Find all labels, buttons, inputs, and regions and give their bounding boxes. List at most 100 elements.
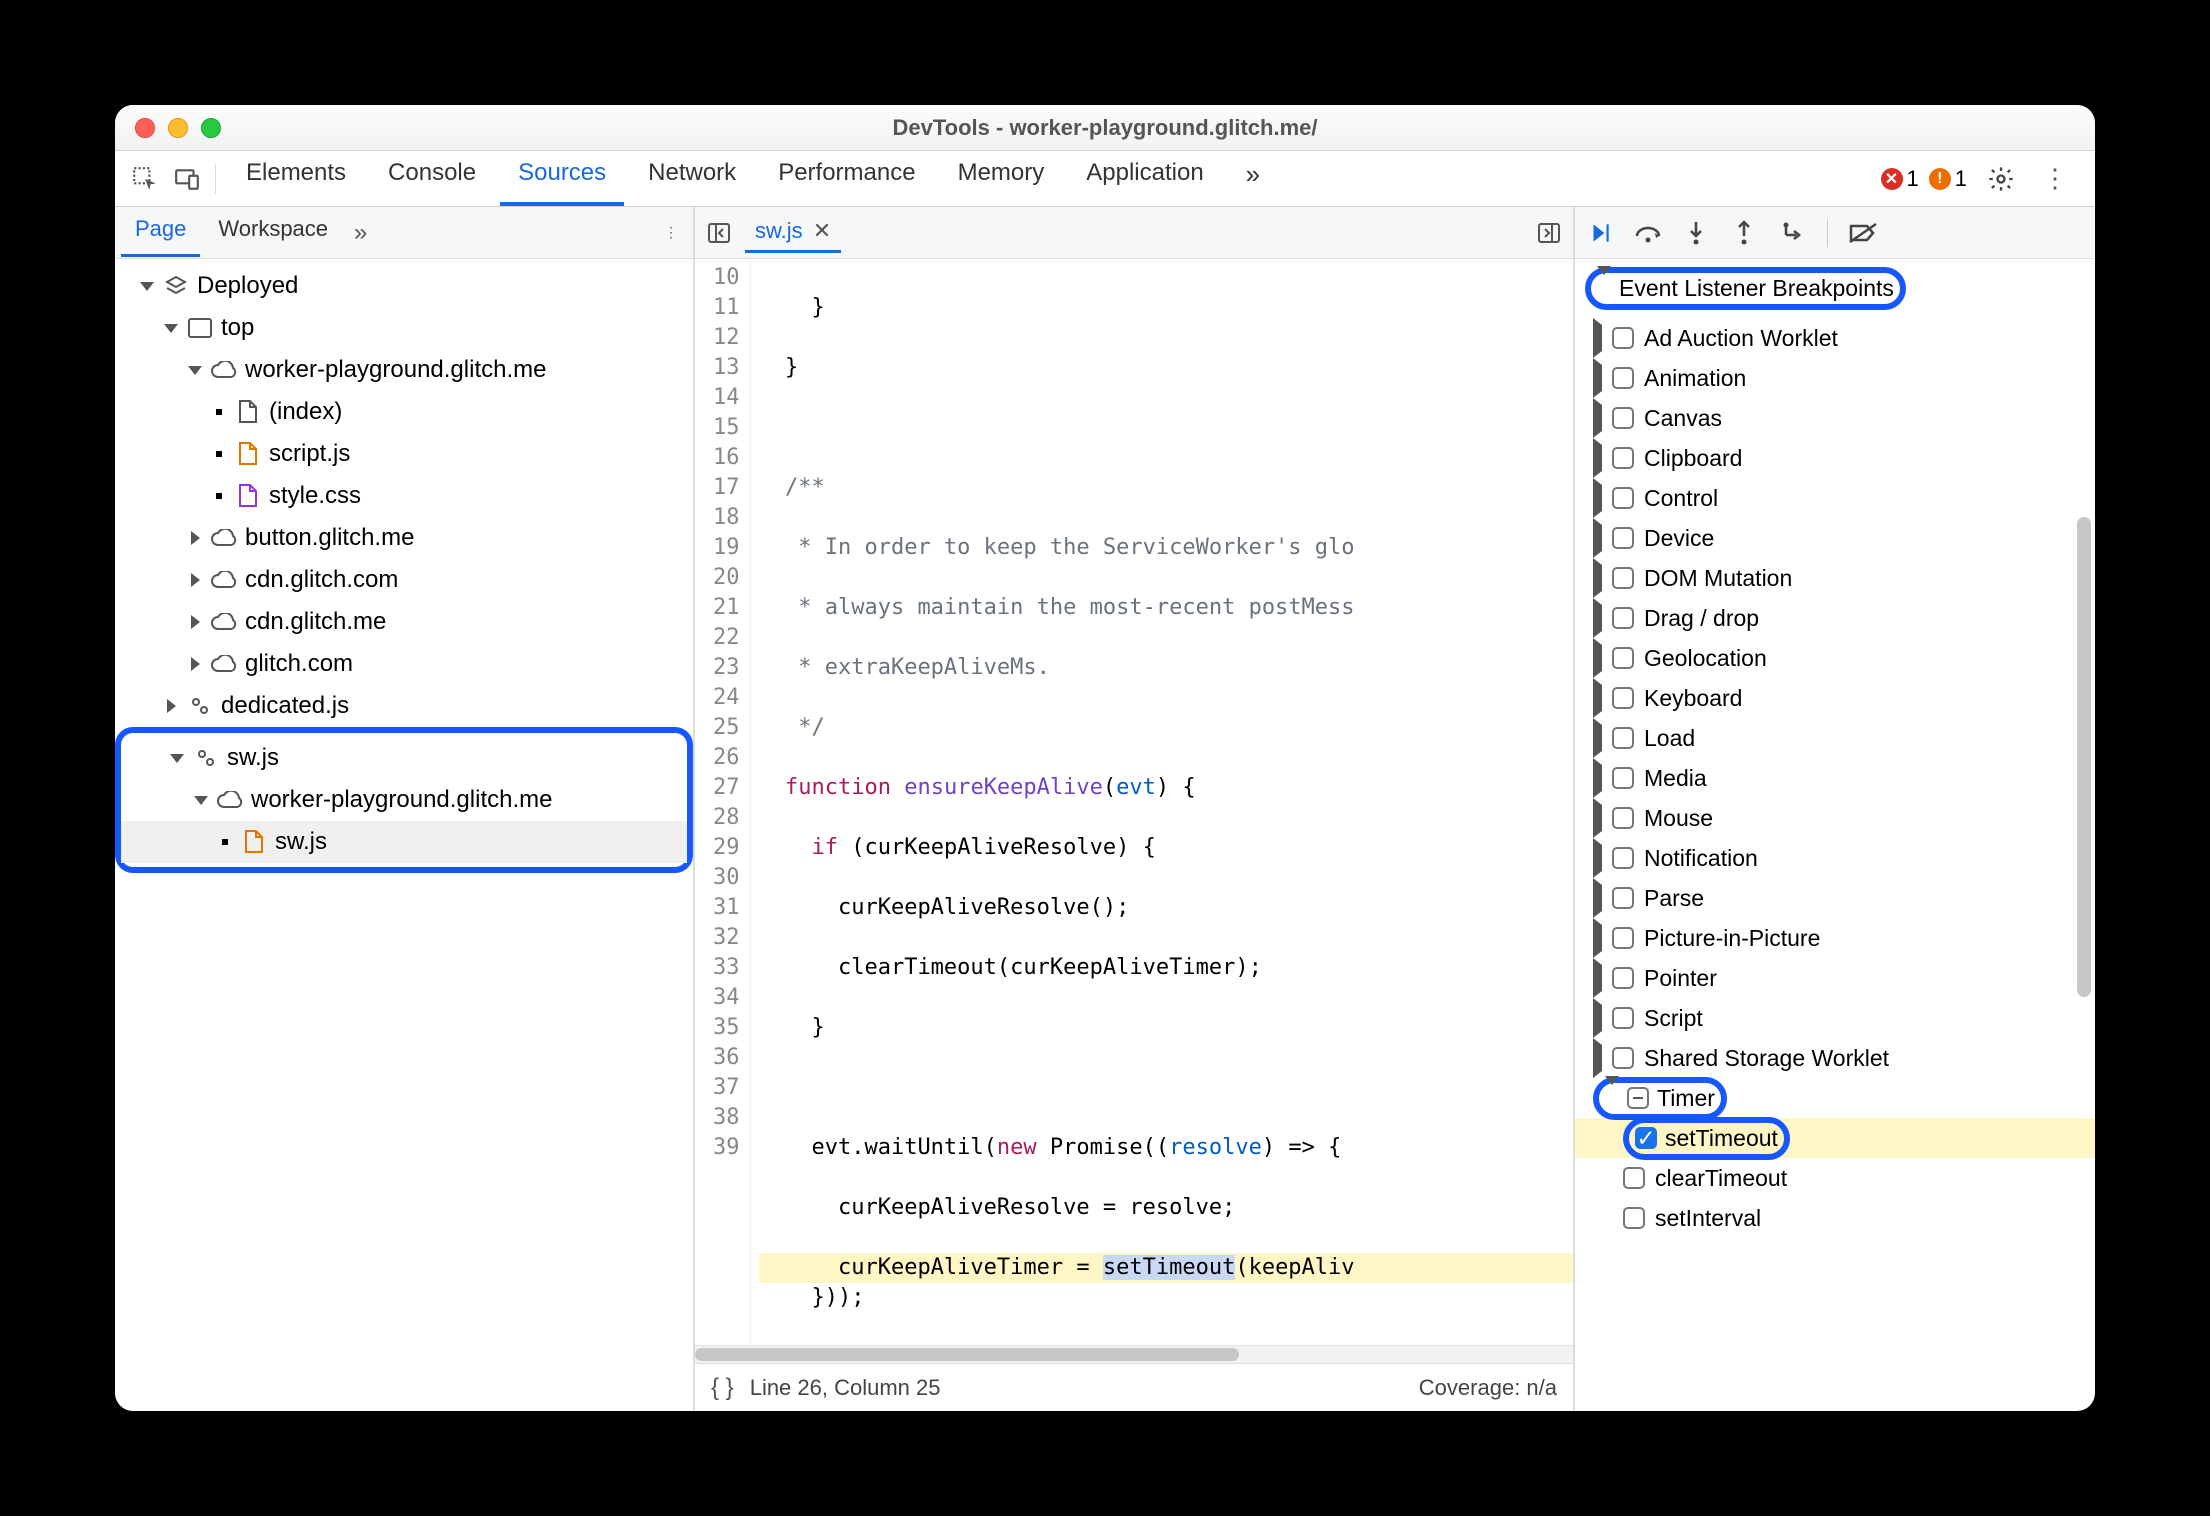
- checkbox[interactable]: [1612, 767, 1634, 789]
- subtab-more[interactable]: »: [346, 219, 375, 247]
- category-timer[interactable]: Timer: [1575, 1078, 2095, 1118]
- subtab-page[interactable]: Page: [121, 208, 200, 257]
- tree-file-stylecss[interactable]: style.css: [115, 475, 693, 517]
- timer-child[interactable]: ✓setTimeout: [1575, 1118, 2095, 1158]
- checkbox-checked[interactable]: ✓: [1635, 1127, 1657, 1149]
- code-lines[interactable]: } } /** * In order to keep the ServiceWo…: [751, 259, 1574, 1345]
- line-gutter[interactable]: 1011121314151617181920212223242526272829…: [695, 259, 751, 1345]
- warning-icon[interactable]: !: [1929, 168, 1951, 190]
- category-item[interactable]: Pointer: [1575, 958, 2095, 998]
- toggle-debugger-icon[interactable]: [1533, 217, 1565, 249]
- category-item[interactable]: Ad Auction Worklet: [1575, 318, 2095, 358]
- tab-network[interactable]: Network: [630, 151, 754, 206]
- checkbox-mixed[interactable]: [1627, 1087, 1649, 1109]
- checkbox[interactable]: [1612, 807, 1634, 829]
- zoom-window-button[interactable]: [201, 118, 221, 138]
- deactivate-breakpoints-icon[interactable]: [1848, 218, 1878, 248]
- checkbox[interactable]: [1612, 927, 1634, 949]
- tree-sw-origin[interactable]: worker-playground.glitch.me: [121, 779, 687, 821]
- pretty-print-icon[interactable]: { }: [711, 1374, 734, 1402]
- category-item[interactable]: Drag / drop: [1575, 598, 2095, 638]
- step-icon[interactable]: [1777, 218, 1807, 248]
- category-item[interactable]: Geolocation: [1575, 638, 2095, 678]
- close-tab-icon[interactable]: ✕: [813, 218, 831, 244]
- tree-origin-cdnme[interactable]: cdn.glitch.me: [115, 601, 693, 643]
- tab-memory[interactable]: Memory: [940, 151, 1063, 206]
- settings-icon[interactable]: [1981, 159, 2021, 199]
- section-event-listener-breakpoints[interactable]: Event Listener Breakpoints: [1575, 259, 2095, 318]
- inspect-element-icon[interactable]: [125, 159, 165, 199]
- tree-origin-glitch[interactable]: glitch.com: [115, 643, 693, 685]
- category-item[interactable]: Keyboard: [1575, 678, 2095, 718]
- category-item[interactable]: Notification: [1575, 838, 2095, 878]
- checkbox[interactable]: [1612, 367, 1634, 389]
- checkbox[interactable]: [1612, 647, 1634, 669]
- category-item[interactable]: Canvas: [1575, 398, 2095, 438]
- minimize-window-button[interactable]: [168, 118, 188, 138]
- tree-origin-button[interactable]: button.glitch.me: [115, 517, 693, 559]
- device-toolbar-icon[interactable]: [167, 159, 207, 199]
- checkbox[interactable]: [1612, 727, 1634, 749]
- kebab-menu-icon[interactable]: ⋮: [2035, 159, 2075, 199]
- navigator-menu-icon[interactable]: ⋮: [655, 217, 687, 249]
- checkbox[interactable]: [1612, 887, 1634, 909]
- error-icon[interactable]: ✕: [1881, 168, 1903, 190]
- category-item[interactable]: Picture-in-Picture: [1575, 918, 2095, 958]
- tab-elements[interactable]: Elements: [228, 151, 364, 206]
- category-item[interactable]: Script: [1575, 998, 2095, 1038]
- tab-application[interactable]: Application: [1068, 151, 1221, 206]
- checkbox[interactable]: [1612, 447, 1634, 469]
- step-out-icon[interactable]: [1729, 218, 1759, 248]
- checkbox[interactable]: [1612, 847, 1634, 869]
- tree-sw-root[interactable]: sw.js: [121, 737, 687, 779]
- category-item[interactable]: Clipboard: [1575, 438, 2095, 478]
- tab-performance[interactable]: Performance: [760, 151, 933, 206]
- checkbox[interactable]: [1612, 967, 1634, 989]
- editor-hscrollbar[interactable]: [695, 1345, 1573, 1363]
- category-item[interactable]: Mouse: [1575, 798, 2095, 838]
- right-vscrollbar[interactable]: [2077, 517, 2091, 997]
- editor-tab-swjs[interactable]: sw.js ✕: [745, 212, 841, 253]
- subtab-workspace[interactable]: Workspace: [204, 208, 342, 257]
- category-item[interactable]: Shared Storage Worklet: [1575, 1038, 2095, 1078]
- timer-child[interactable]: clearTimeout: [1575, 1158, 2095, 1198]
- timer-child[interactable]: setInterval: [1575, 1198, 2095, 1238]
- checkbox[interactable]: [1612, 527, 1634, 549]
- close-window-button[interactable]: [135, 118, 155, 138]
- step-over-icon[interactable]: [1633, 218, 1663, 248]
- tree-sw-file[interactable]: sw.js: [121, 821, 687, 863]
- tree-origin-cdncom[interactable]: cdn.glitch.com: [115, 559, 693, 601]
- category-item[interactable]: Load: [1575, 718, 2095, 758]
- checkbox[interactable]: [1612, 567, 1634, 589]
- checkbox[interactable]: [1612, 607, 1634, 629]
- checkbox[interactable]: [1612, 487, 1634, 509]
- toggle-navigator-icon[interactable]: [703, 217, 735, 249]
- checkbox[interactable]: [1612, 1047, 1634, 1069]
- category-item[interactable]: DOM Mutation: [1575, 558, 2095, 598]
- tree-origin-wp[interactable]: worker-playground.glitch.me: [115, 349, 693, 391]
- category-item[interactable]: Animation: [1575, 358, 2095, 398]
- more-tabs[interactable]: »: [1228, 151, 1278, 206]
- step-into-icon[interactable]: [1681, 218, 1711, 248]
- category-item[interactable]: Control: [1575, 478, 2095, 518]
- category-item[interactable]: Media: [1575, 758, 2095, 798]
- tree-dedicated[interactable]: dedicated.js: [115, 685, 693, 727]
- checkbox[interactable]: [1623, 1207, 1645, 1229]
- tree-top[interactable]: top: [115, 307, 693, 349]
- tree-file-scriptjs[interactable]: script.js: [115, 433, 693, 475]
- tree-file-index[interactable]: (index): [115, 391, 693, 433]
- tab-console[interactable]: Console: [370, 151, 494, 206]
- resume-icon[interactable]: [1585, 218, 1615, 248]
- code-editor[interactable]: 1011121314151617181920212223242526272829…: [695, 259, 1573, 1345]
- checkbox[interactable]: [1612, 1007, 1634, 1029]
- cloud-icon: [211, 609, 237, 635]
- category-item[interactable]: Parse: [1575, 878, 2095, 918]
- category-item[interactable]: Device: [1575, 518, 2095, 558]
- checkbox[interactable]: [1612, 687, 1634, 709]
- error-badges[interactable]: ✕1 !1: [1881, 166, 1968, 192]
- tree-deployed[interactable]: Deployed: [115, 265, 693, 307]
- checkbox[interactable]: [1612, 407, 1634, 429]
- checkbox[interactable]: [1623, 1167, 1645, 1189]
- tab-sources[interactable]: Sources: [500, 151, 624, 206]
- checkbox[interactable]: [1612, 327, 1634, 349]
